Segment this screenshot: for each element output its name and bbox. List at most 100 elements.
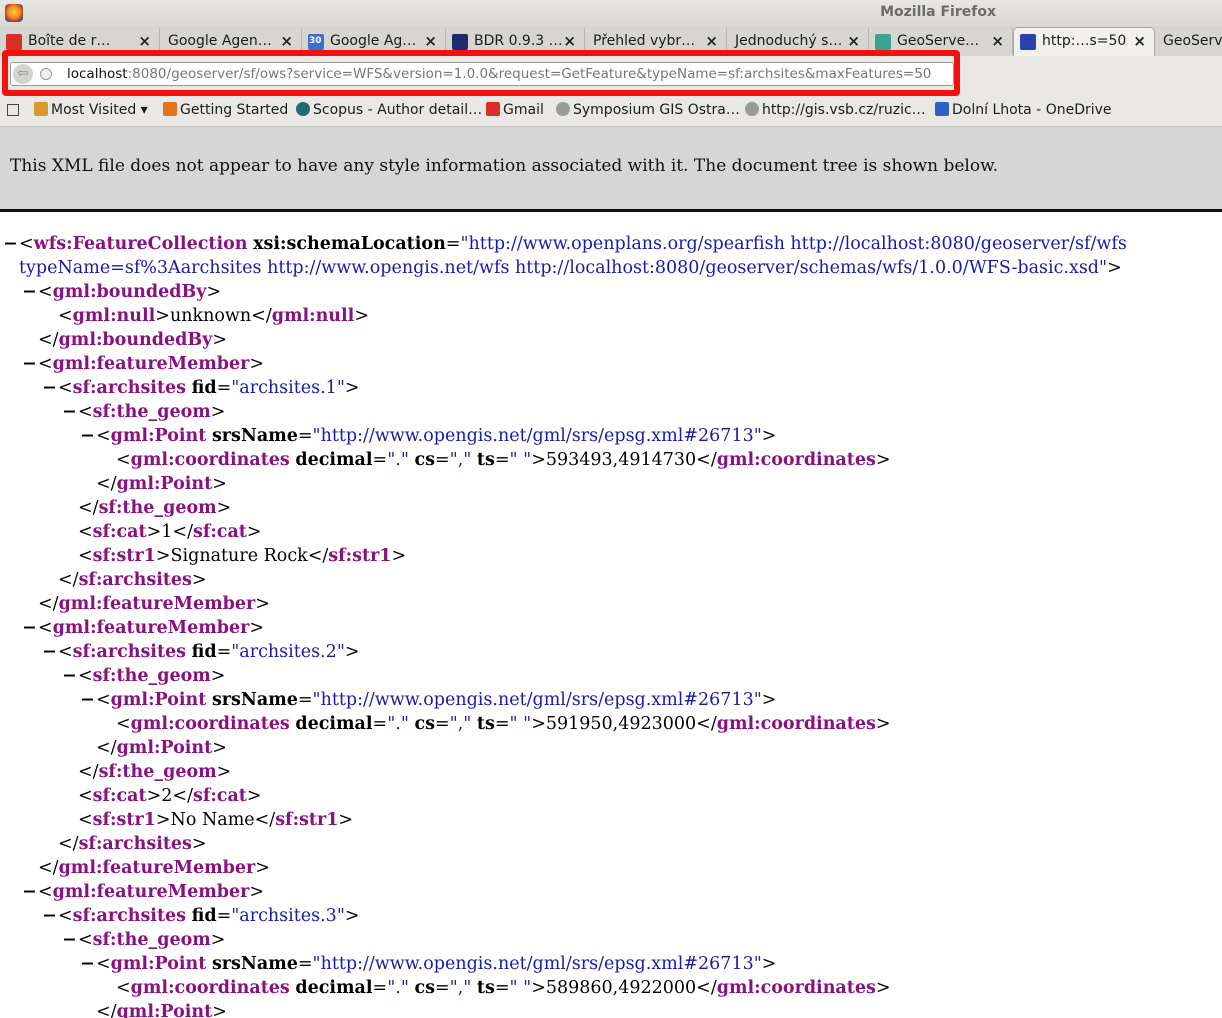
xml-tag-name: sf:archsites [72, 906, 187, 926]
xml-punctuation: = [372, 714, 388, 734]
tab-label: http:…s=50 [1042, 33, 1127, 49]
bookmark-5[interactable]: Symposium GIS Ostra… [556, 102, 740, 118]
xml-punctuation: > [531, 450, 546, 470]
tab-label: Jednoduchý s… [735, 33, 843, 49]
collapse-toggle-icon[interactable]: − [62, 928, 77, 952]
xml-tag-name: sf:cat [92, 522, 147, 542]
collapse-toggle-icon[interactable]: − [42, 640, 57, 664]
xml-punctuation: </ [78, 498, 99, 518]
collapse-toggle-icon[interactable]: − [42, 904, 57, 928]
xml-punctuation: > [155, 306, 170, 326]
xml-tag-name: gml:featureMember [52, 618, 250, 638]
xml-punctuation: < [58, 378, 73, 398]
collapse-toggle-icon[interactable]: − [62, 664, 77, 688]
xml-text-value: 1 [161, 522, 173, 542]
xml-punctuation: > [246, 522, 262, 542]
xml-punctuation: > [344, 906, 360, 926]
xml-attr-value: "," [449, 714, 472, 734]
xml-punctuation: = [434, 714, 450, 734]
xml-tag-name: sf:archsites [72, 642, 187, 662]
xml-punctuation: > [210, 402, 226, 422]
xml-punctuation: = [297, 954, 313, 974]
xml-punctuation: > [212, 330, 228, 350]
xml-attr-value: "http://www.openplans.org/spearfish http… [460, 234, 1127, 254]
xml-point-open: − <gml:Point srsName="http://www.opengis.… [80, 688, 776, 712]
xml-punctuation: > [216, 498, 232, 518]
collapse-toggle-icon[interactable]: − [3, 232, 18, 256]
xml-punctuation: </ [696, 978, 717, 998]
calendar-icon: 30 [308, 34, 324, 50]
xml-punctuation: > [191, 570, 207, 590]
xml-punctuation: > [875, 714, 891, 734]
bookmark-1[interactable]: Most Visited ▾ [34, 102, 148, 118]
xml-tag-name: sf:cat [92, 786, 147, 806]
xml-tag-name: sf:str1 [275, 810, 339, 830]
close-tab-icon[interactable]: × [1133, 32, 1146, 50]
xml-attr-name: cs [414, 714, 435, 734]
xml-tag-name: gml:featureMember [52, 882, 250, 902]
tab-label: Google Agen… [168, 33, 272, 49]
xml-tag-name: sf:the_geom [98, 762, 217, 782]
close-tab-icon[interactable]: × [847, 32, 860, 50]
close-tab-icon[interactable]: × [563, 32, 576, 50]
collapse-toggle-icon[interactable]: − [42, 376, 57, 400]
bookmark-2[interactable]: Getting Started [163, 102, 288, 118]
tab-9[interactable]: GeoServ [1155, 28, 1222, 54]
xml-attr-name: fid [191, 906, 217, 926]
close-tab-icon[interactable]: × [138, 32, 151, 50]
xml-punctuation: > [206, 282, 222, 302]
xml-attr-value: " " [509, 714, 532, 734]
xml-punctuation: > [255, 594, 270, 614]
close-tab-icon[interactable]: × [705, 32, 718, 50]
collapse-toggle-icon[interactable]: − [22, 616, 37, 640]
xml-tag-name: gml:Point [116, 1002, 213, 1018]
xml-text-value: No Name [170, 810, 255, 830]
xml-punctuation: < [116, 714, 131, 734]
xml-point-close: </gml:Point> [96, 472, 227, 496]
xml-document-tree: − <wfs:FeatureCollection xsi:schemaLocati… [0, 212, 1222, 1018]
xml-punctuation: < [96, 954, 111, 974]
bookmark-4[interactable]: Gmail [486, 102, 544, 118]
bookmark-3[interactable]: Scopus - Author detail… [296, 102, 482, 118]
xml-punctuation: > [216, 762, 232, 782]
xml-coordinates: <gml:coordinates decimal="." cs="," ts="… [116, 712, 891, 736]
bookmark-6[interactable]: http://gis.vsb.cz/ruzic… [745, 102, 926, 118]
xml-text-value: 591950,4923000 [545, 714, 697, 734]
xml-attr-value: typeName=sf%3Aarchsites http://www.openg… [19, 258, 1108, 278]
xml-punctuation: > [146, 786, 162, 806]
close-tab-icon[interactable]: × [991, 32, 1004, 50]
bookmark-7[interactable]: Dolní Lhota - OneDrive [935, 102, 1112, 118]
collapse-toggle-icon[interactable]: − [22, 352, 37, 376]
xml-tag-name: sf:the_geom [92, 930, 211, 950]
xml-punctuation: = [297, 690, 313, 710]
collapse-toggle-icon[interactable]: − [22, 280, 37, 304]
xml-archsites-open: − <sf:archsites fid="archsites.2"> [42, 640, 360, 664]
collapse-toggle-icon[interactable]: − [80, 952, 95, 976]
collapse-toggle-icon[interactable]: − [62, 400, 77, 424]
xml-root-open: − <wfs:FeatureCollection xsi:schemaLocati… [3, 232, 1127, 256]
xml-punctuation: </ [172, 522, 193, 542]
xml-attr-value: "http://www.opengis.net/gml/srs/epsg.xml… [312, 954, 762, 974]
xml-featuremember-close: </gml:featureMember> [38, 592, 270, 616]
xml-attr-name: srsName [211, 954, 298, 974]
collapse-toggle-icon[interactable]: − [22, 880, 37, 904]
xml-tag-name: sf:the_geom [92, 402, 211, 422]
close-tab-icon[interactable]: × [280, 32, 293, 50]
tab-8[interactable]: http:…s=50 × [1013, 27, 1155, 57]
bookmark-label: Dolní Lhota - OneDrive [952, 102, 1112, 118]
collapse-toggle-icon[interactable]: − [80, 424, 95, 448]
xml-attr-value: "archsites.2" [231, 642, 345, 662]
xml-tag-name: sf:str1 [92, 546, 156, 566]
xml-attr-value: "." [387, 714, 409, 734]
xml-tag-name: sf:the_geom [92, 666, 211, 686]
xml-punctuation: > [212, 738, 227, 758]
xml-punctuation: < [78, 402, 93, 422]
collapse-toggle-icon[interactable]: − [80, 688, 95, 712]
xml-punctuation: < [78, 930, 93, 950]
xml-punctuation: > [249, 354, 264, 374]
xml-punctuation: = [297, 426, 313, 446]
xml-tag-name: sf:archsites [78, 570, 192, 590]
sidebar-toggle-icon[interactable] [7, 104, 19, 116]
xml-archsites-open: − <sf:archsites fid="archsites.3"> [42, 904, 360, 928]
close-tab-icon[interactable]: × [424, 32, 437, 50]
